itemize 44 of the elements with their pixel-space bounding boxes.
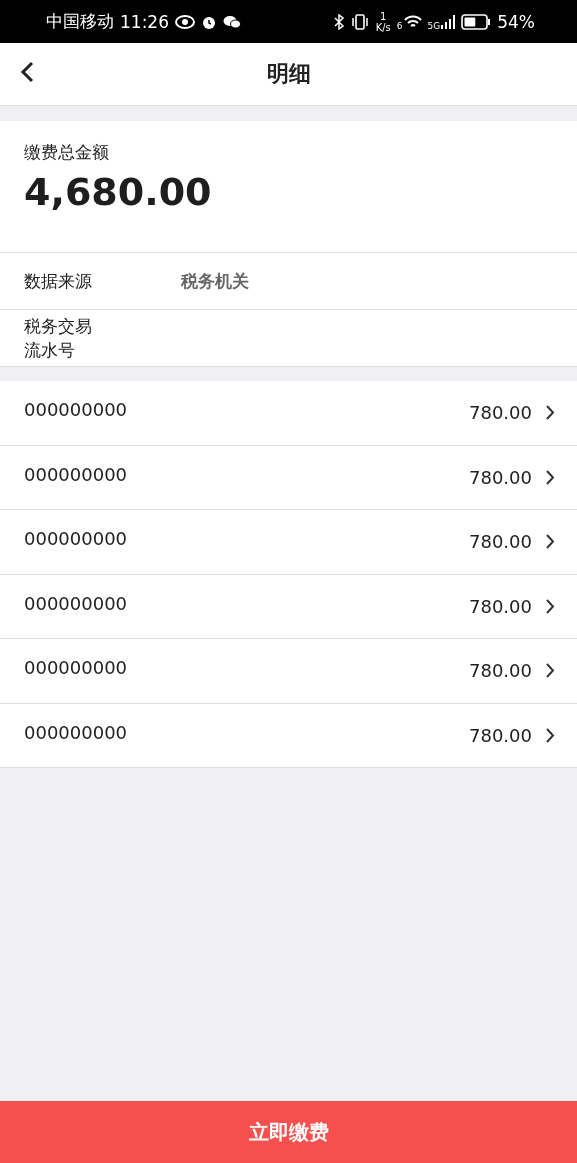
payment-item[interactable]: 000000000 780.00 [0, 445, 577, 510]
chat-icon [223, 14, 241, 29]
chevron-icon [546, 534, 555, 550]
eye-icon [175, 14, 195, 29]
speed-unit: K/s [375, 21, 391, 33]
chevron-icon [546, 598, 555, 614]
chevron-icon [546, 405, 555, 421]
item-id: 000000000 [24, 592, 129, 614]
summary-label: 缴费总金额 [24, 141, 110, 164]
total-amount: 4,680.00 [24, 170, 213, 214]
page-title: 明细 [266, 60, 311, 88]
item-amount: 780.00 [469, 595, 532, 617]
chevron-icon [546, 663, 555, 679]
network-label: 5G [427, 20, 441, 31]
item-id: 000000000 [24, 528, 129, 550]
speed-value: 1 [380, 10, 387, 22]
vibrate-icon [349, 13, 370, 30]
info-value: 税务机关 [181, 269, 250, 293]
payment-item[interactable]: 000000000 780.00 [0, 510, 577, 575]
item-amount: 780.00 [469, 466, 532, 488]
wifi-label: 6 [396, 20, 403, 31]
bluetooth-icon [333, 13, 344, 30]
item-amount: 780.00 [469, 660, 532, 682]
item-id: 000000000 [24, 657, 129, 679]
chevron-icon [546, 727, 555, 743]
wifi-icon [403, 14, 422, 29]
payment-item[interactable]: 000000000 780.00 [0, 639, 577, 704]
payment-item[interactable]: 000000000 780.00 [0, 703, 577, 768]
payment-item[interactable]: 000000000 780.00 [0, 381, 577, 446]
signal-icon [441, 14, 456, 29]
item-id: 000000000 [24, 463, 129, 485]
item-amount: 780.00 [469, 402, 532, 424]
battery-percent: 54% [497, 11, 535, 32]
info-label: 数据来源 [24, 270, 93, 293]
item-amount: 780.00 [469, 531, 532, 553]
item-id: 000000000 [24, 399, 129, 421]
item-amount: 780.00 [469, 724, 532, 746]
item-id: 000000000 [24, 721, 129, 743]
battery-icon [461, 13, 492, 30]
payment-item[interactable]: 000000000 780.00 [0, 574, 577, 639]
chevron-icon [546, 469, 555, 485]
info-label: 税务交易流水号 [24, 315, 93, 362]
carrier-name: 中国移动 [46, 10, 114, 33]
clock-time: 11:26 [120, 11, 169, 32]
